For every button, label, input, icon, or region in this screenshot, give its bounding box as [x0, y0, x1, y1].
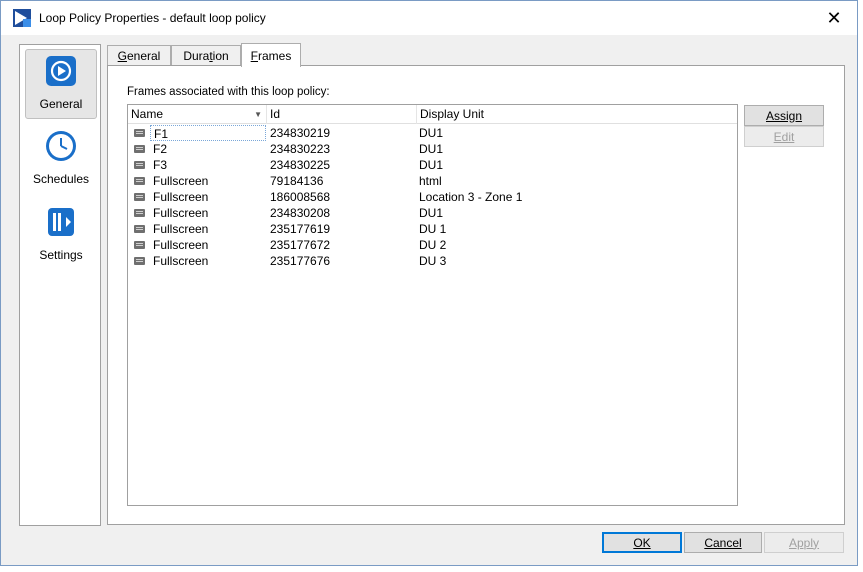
frame-icon [134, 225, 145, 233]
nav-item-label: General [39, 97, 83, 111]
cell-display-unit: DU 3 [419, 254, 447, 268]
edit-button[interactable]: Edit [744, 126, 824, 147]
app-logo-icon [13, 9, 31, 27]
category-nav: General Schedules Settings [19, 44, 101, 526]
apply-button[interactable]: Apply [764, 532, 844, 553]
cell-display-unit: html [419, 174, 442, 188]
table-row[interactable]: F3 234830225 DU1 [128, 157, 737, 173]
frame-icon [134, 257, 145, 265]
frame-icon [134, 129, 145, 137]
cell-name: Fullscreen [153, 206, 209, 220]
cell-display-unit: DU 2 [419, 238, 447, 252]
window-title: Loop Policy Properties - default loop po… [39, 11, 266, 25]
settings-layout-icon [48, 208, 74, 236]
frames-list[interactable]: Name ▼ Id Display Unit F1 234830219 DU1 F2 2… [127, 104, 738, 506]
column-header-display-unit[interactable]: Display Unit [417, 105, 737, 124]
tab-label: Duration [183, 49, 229, 63]
tab-duration[interactable]: Duration [171, 45, 241, 66]
play-circle-icon [46, 56, 76, 86]
cell-display-unit: DU1 [419, 142, 444, 156]
cell-name: Fullscreen [153, 238, 209, 252]
tab-label: Frames [250, 48, 292, 63]
table-row[interactable]: Fullscreen 235177619 DU 1 [128, 221, 737, 237]
cell-display-unit: DU1 [419, 158, 444, 172]
cell-name: Fullscreen [153, 174, 209, 188]
close-button[interactable]: ✕ [811, 1, 857, 35]
tab-general[interactable]: General [107, 45, 171, 66]
frame-icon [134, 145, 145, 153]
cell-name: Fullscreen [153, 254, 209, 268]
cell-id: 234830219 [270, 126, 331, 140]
table-row[interactable]: Fullscreen 79184136 html [128, 173, 737, 189]
table-row[interactable]: Fullscreen 235177676 DU 3 [128, 253, 737, 269]
frames-caption: Frames associated with this loop policy: [127, 86, 330, 98]
cell-display-unit: Location 3 - Zone 1 [419, 190, 523, 204]
clock-icon [46, 131, 76, 161]
nav-item-settings[interactable]: Settings [25, 201, 97, 271]
assign-button[interactable]: Assign [744, 105, 824, 126]
cell-name: Fullscreen [153, 222, 209, 236]
ok-button[interactable]: OK [602, 532, 682, 553]
title-bar[interactable]: Loop Policy Properties - default loop po… [1, 1, 857, 35]
nav-item-label: Schedules [32, 172, 90, 186]
cancel-button[interactable]: Cancel [684, 532, 762, 553]
tab-frames[interactable]: Frames [241, 43, 301, 67]
cell-display-unit: DU1 [419, 206, 444, 220]
close-icon: ✕ [826, 7, 842, 28]
table-row[interactable]: Fullscreen 186008568 Location 3 - Zone 1 [128, 189, 737, 205]
cell-display-unit: DU1 [419, 126, 444, 140]
cell-name: F3 [153, 158, 168, 172]
cell-id: 235177676 [270, 254, 331, 268]
list-header: Name ▼ Id Display Unit [128, 105, 737, 124]
nav-item-schedules[interactable]: Schedules [25, 125, 97, 195]
cell-name: Fullscreen [153, 190, 209, 204]
cell-id: 186008568 [270, 190, 331, 204]
cell-display-unit: DU 1 [419, 222, 447, 236]
frame-icon [134, 241, 145, 249]
cell-name: F1 [150, 125, 266, 141]
tab-label: General [117, 49, 161, 63]
column-header-name[interactable]: Name ▼ [128, 105, 267, 124]
cell-id: 234830223 [270, 142, 331, 156]
table-row[interactable]: F1 234830219 DU1 [128, 125, 737, 141]
table-row[interactable]: Fullscreen 235177672 DU 2 [128, 237, 737, 253]
chevron-down-icon: ▼ [254, 110, 262, 119]
frame-icon [134, 209, 145, 217]
cell-id: 235177672 [270, 238, 331, 252]
cell-id: 234830208 [270, 206, 331, 220]
cell-id: 79184136 [270, 174, 324, 188]
nav-item-general[interactable]: General [25, 49, 97, 119]
frame-icon [134, 177, 145, 185]
cell-id: 234830225 [270, 158, 331, 172]
cell-id: 235177619 [270, 222, 331, 236]
table-row[interactable]: Fullscreen 234830208 DU1 [128, 205, 737, 221]
column-header-id[interactable]: Id [267, 105, 417, 124]
cell-name: F2 [153, 142, 168, 156]
frame-icon [134, 161, 145, 169]
nav-item-label: Settings [39, 248, 83, 262]
frame-icon [134, 193, 145, 201]
table-row[interactable]: F2 234830223 DU1 [128, 141, 737, 157]
